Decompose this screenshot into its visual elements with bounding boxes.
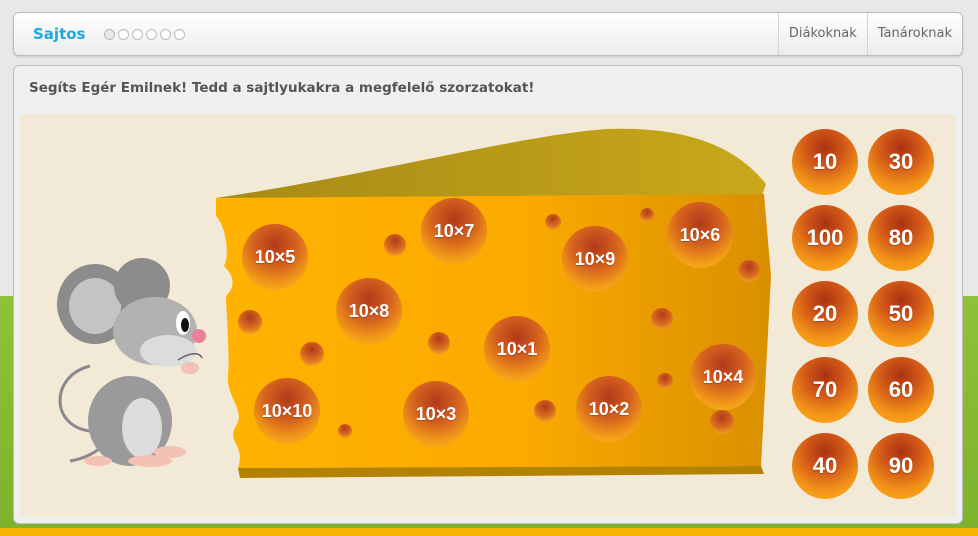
progress-dot [146, 29, 157, 40]
answer-disc[interactable]: 60 [868, 357, 934, 423]
cheese-small-hole [300, 342, 324, 366]
answer-disc[interactable]: 20 [792, 281, 858, 347]
cheese-small-hole [640, 208, 654, 222]
background-strip [0, 528, 978, 536]
progress-dot [160, 29, 171, 40]
answer-disc[interactable]: 70 [792, 357, 858, 423]
answer-disc[interactable]: 10 [792, 129, 858, 195]
answer-disc[interactable]: 50 [868, 281, 934, 347]
drop-hole-10x10[interactable]: 10×10 [254, 378, 320, 444]
cheese-small-hole [338, 424, 352, 438]
drop-hole-10x4[interactable]: 10×4 [690, 344, 756, 410]
cheese-small-hole [428, 332, 450, 354]
cheese-small-hole [545, 214, 561, 230]
mouse-character [57, 258, 206, 467]
cheese-small-hole [651, 308, 673, 330]
answer-disc[interactable]: 80 [868, 205, 934, 271]
header-bar: Sajtos Diákoknak Tanároknak [13, 12, 963, 56]
drop-hole-10x8[interactable]: 10×8 [336, 278, 402, 344]
game-area: 10×5 10×7 10×9 10×6 10×8 10×1 10×4 10×10… [20, 114, 956, 517]
cheese-small-hole [534, 400, 556, 422]
drop-hole-10x6[interactable]: 10×6 [667, 202, 733, 268]
cheese-small-hole [710, 410, 734, 434]
progress-dot [118, 29, 129, 40]
header-nav: Diákoknak Tanároknak [777, 13, 962, 55]
cheese-small-hole [238, 310, 262, 334]
drop-hole-10x7[interactable]: 10×7 [421, 198, 487, 264]
drop-hole-10x9[interactable]: 10×9 [562, 226, 628, 292]
progress-dot [174, 29, 185, 40]
progress-dot [132, 29, 143, 40]
progress-dots [104, 29, 185, 40]
cheese-small-hole [738, 260, 760, 282]
exercise-panel: Segíts Egér Emilnek! Tedd a sajtlyukakra… [13, 65, 963, 524]
answer-disc[interactable]: 100 [792, 205, 858, 271]
drop-hole-10x5[interactable]: 10×5 [242, 224, 308, 290]
progress-dot [104, 29, 115, 40]
answer-disc[interactable]: 30 [868, 129, 934, 195]
instruction-text: Segíts Egér Emilnek! Tedd a sajtlyukakra… [29, 80, 535, 96]
answer-disc[interactable]: 90 [868, 433, 934, 499]
cheese-small-hole [384, 234, 406, 256]
app-title: Sajtos [33, 25, 86, 43]
answer-disc[interactable]: 40 [792, 433, 858, 499]
nav-students[interactable]: Diákoknak [777, 13, 867, 55]
nav-teachers[interactable]: Tanároknak [866, 13, 962, 55]
drop-hole-10x3[interactable]: 10×3 [403, 381, 469, 447]
cheese-small-hole [657, 373, 673, 389]
drop-hole-10x2[interactable]: 10×2 [576, 376, 642, 442]
drop-hole-10x1[interactable]: 10×1 [484, 316, 550, 382]
